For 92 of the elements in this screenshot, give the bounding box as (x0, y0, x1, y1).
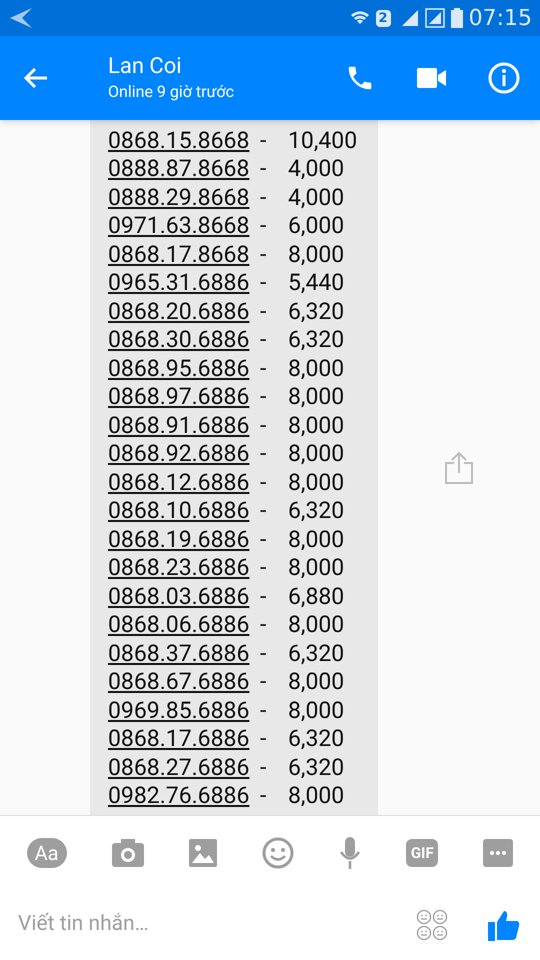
price-text: 6,320 (288, 499, 344, 522)
price-text: 10,400 (288, 128, 358, 152)
phone-number-link[interactable]: 0971.63.8668 (108, 214, 260, 238)
phone-number-link[interactable]: 0868.30.6886 (108, 328, 260, 352)
price-text: 8,000 (288, 613, 344, 636)
back-arrow-icon (23, 66, 49, 90)
dash-text: - (260, 414, 268, 437)
dash-text: - (260, 271, 268, 294)
dash-text: - (260, 613, 268, 636)
price-text: 6,320 (288, 756, 344, 779)
price-text: 8,000 (288, 528, 344, 551)
price-text: 8,000 (288, 242, 344, 266)
dash-text: - (260, 670, 268, 694)
dash-text: - (260, 698, 268, 722)
clock-text: 07:15 (468, 4, 532, 32)
battery-icon (450, 8, 463, 28)
info-icon (488, 62, 520, 94)
dash-text: - (260, 356, 268, 380)
price-text: 5,440 (288, 271, 344, 294)
microphone-icon[interactable] (339, 837, 362, 869)
phone-number-link[interactable]: 0868.10.6886 (108, 499, 260, 522)
phone-number-link[interactable]: 0868.19.6886 (108, 528, 260, 551)
back-arrow-icon (8, 7, 34, 29)
price-text: 8,000 (288, 414, 344, 437)
phone-number-link[interactable]: 0982.76.6886 (108, 784, 260, 808)
dash-text: - (260, 756, 268, 779)
phone-number-link[interactable]: 0868.12.6886 (108, 470, 260, 494)
price-text: 6,320 (288, 328, 344, 352)
phone-number-link[interactable]: 0868.06.6886 (108, 613, 260, 636)
price-text: 8,000 (288, 784, 344, 808)
price-text: 6,320 (288, 727, 344, 750)
dash-text: - (260, 528, 268, 551)
phone-number-link[interactable]: 0868.17.6886 (108, 727, 260, 750)
dash-text: - (260, 556, 268, 580)
phone-number-link[interactable]: 0868.03.6886 (108, 584, 260, 608)
dash-text: - (260, 128, 268, 152)
signal-icon (400, 9, 419, 27)
image-icon[interactable] (188, 839, 217, 867)
dash-text: - (260, 784, 268, 808)
price-text: 8,000 (288, 385, 344, 408)
online-status: Online 9 giờ trước (108, 81, 235, 103)
dash-text: - (260, 186, 268, 209)
price-text: 8,000 (288, 442, 344, 466)
camera-icon[interactable] (112, 839, 144, 867)
phone-number-link[interactable]: 0888.87.8668 (108, 157, 260, 180)
stickers-icon[interactable] (416, 909, 448, 941)
phone-number-link[interactable]: 0868.91.6886 (108, 414, 260, 437)
message-input[interactable]: Viết tin nhắn… (18, 909, 416, 941)
price-text: 8,000 (288, 698, 344, 722)
thumbs-up-icon[interactable] (488, 909, 520, 941)
dash-text: - (260, 300, 268, 323)
phone-number-link[interactable]: 0965.31.6886 (108, 271, 260, 294)
sim-badge: 2 (376, 10, 391, 26)
dash-text: - (260, 499, 268, 522)
dash-text: - (260, 328, 268, 352)
phone-number-link[interactable]: 0868.95.6886 (108, 356, 260, 380)
phone-number-link[interactable]: 0868.27.6886 (108, 756, 260, 779)
phone-number-link[interactable]: 0868.15.8668 (108, 128, 260, 152)
more-icon[interactable] (483, 839, 514, 867)
price-text: 8,000 (288, 670, 344, 694)
price-text: 6,000 (288, 214, 344, 238)
price-text: 8,000 (288, 470, 344, 494)
phone-number-link[interactable]: 0888.29.8668 (108, 186, 260, 209)
contact-name: Lan Coi (108, 53, 183, 81)
dash-text: - (260, 727, 268, 750)
price-text: 6,880 (288, 584, 344, 608)
dash-text: - (260, 242, 268, 266)
phone-number-link[interactable]: 0868.92.6886 (108, 442, 260, 466)
phone-number-link[interactable]: 0868.17.8668 (108, 242, 260, 266)
phone-number-link[interactable]: 0868.20.6886 (108, 300, 260, 323)
price-text: 8,000 (288, 356, 344, 380)
phone-number-link[interactable]: 0969.85.6886 (108, 698, 260, 722)
phone-number-link[interactable]: 0868.23.6886 (108, 556, 260, 580)
dash-text: - (260, 385, 268, 408)
phone-number-link[interactable]: 0868.37.6886 (108, 642, 260, 665)
price-text: 6,320 (288, 300, 344, 323)
phone-number-link[interactable]: 0868.67.6886 (108, 670, 260, 694)
price-text: 4,000 (288, 157, 344, 180)
video-camera-icon (417, 67, 447, 89)
dash-text: - (260, 214, 268, 238)
dash-text: - (260, 642, 268, 665)
price-text: 4,000 (288, 186, 344, 209)
phone-number-link[interactable]: 0868.97.6886 (108, 385, 260, 408)
dash-text: - (260, 584, 268, 608)
dash-text: - (260, 442, 268, 466)
dash-text: - (260, 157, 268, 180)
signal-icon (424, 8, 445, 28)
share-icon[interactable] (444, 450, 474, 484)
smiley-icon[interactable] (262, 837, 294, 869)
price-text: 8,000 (288, 556, 344, 580)
price-text: 6,320 (288, 642, 344, 665)
dash-text: - (260, 470, 268, 494)
